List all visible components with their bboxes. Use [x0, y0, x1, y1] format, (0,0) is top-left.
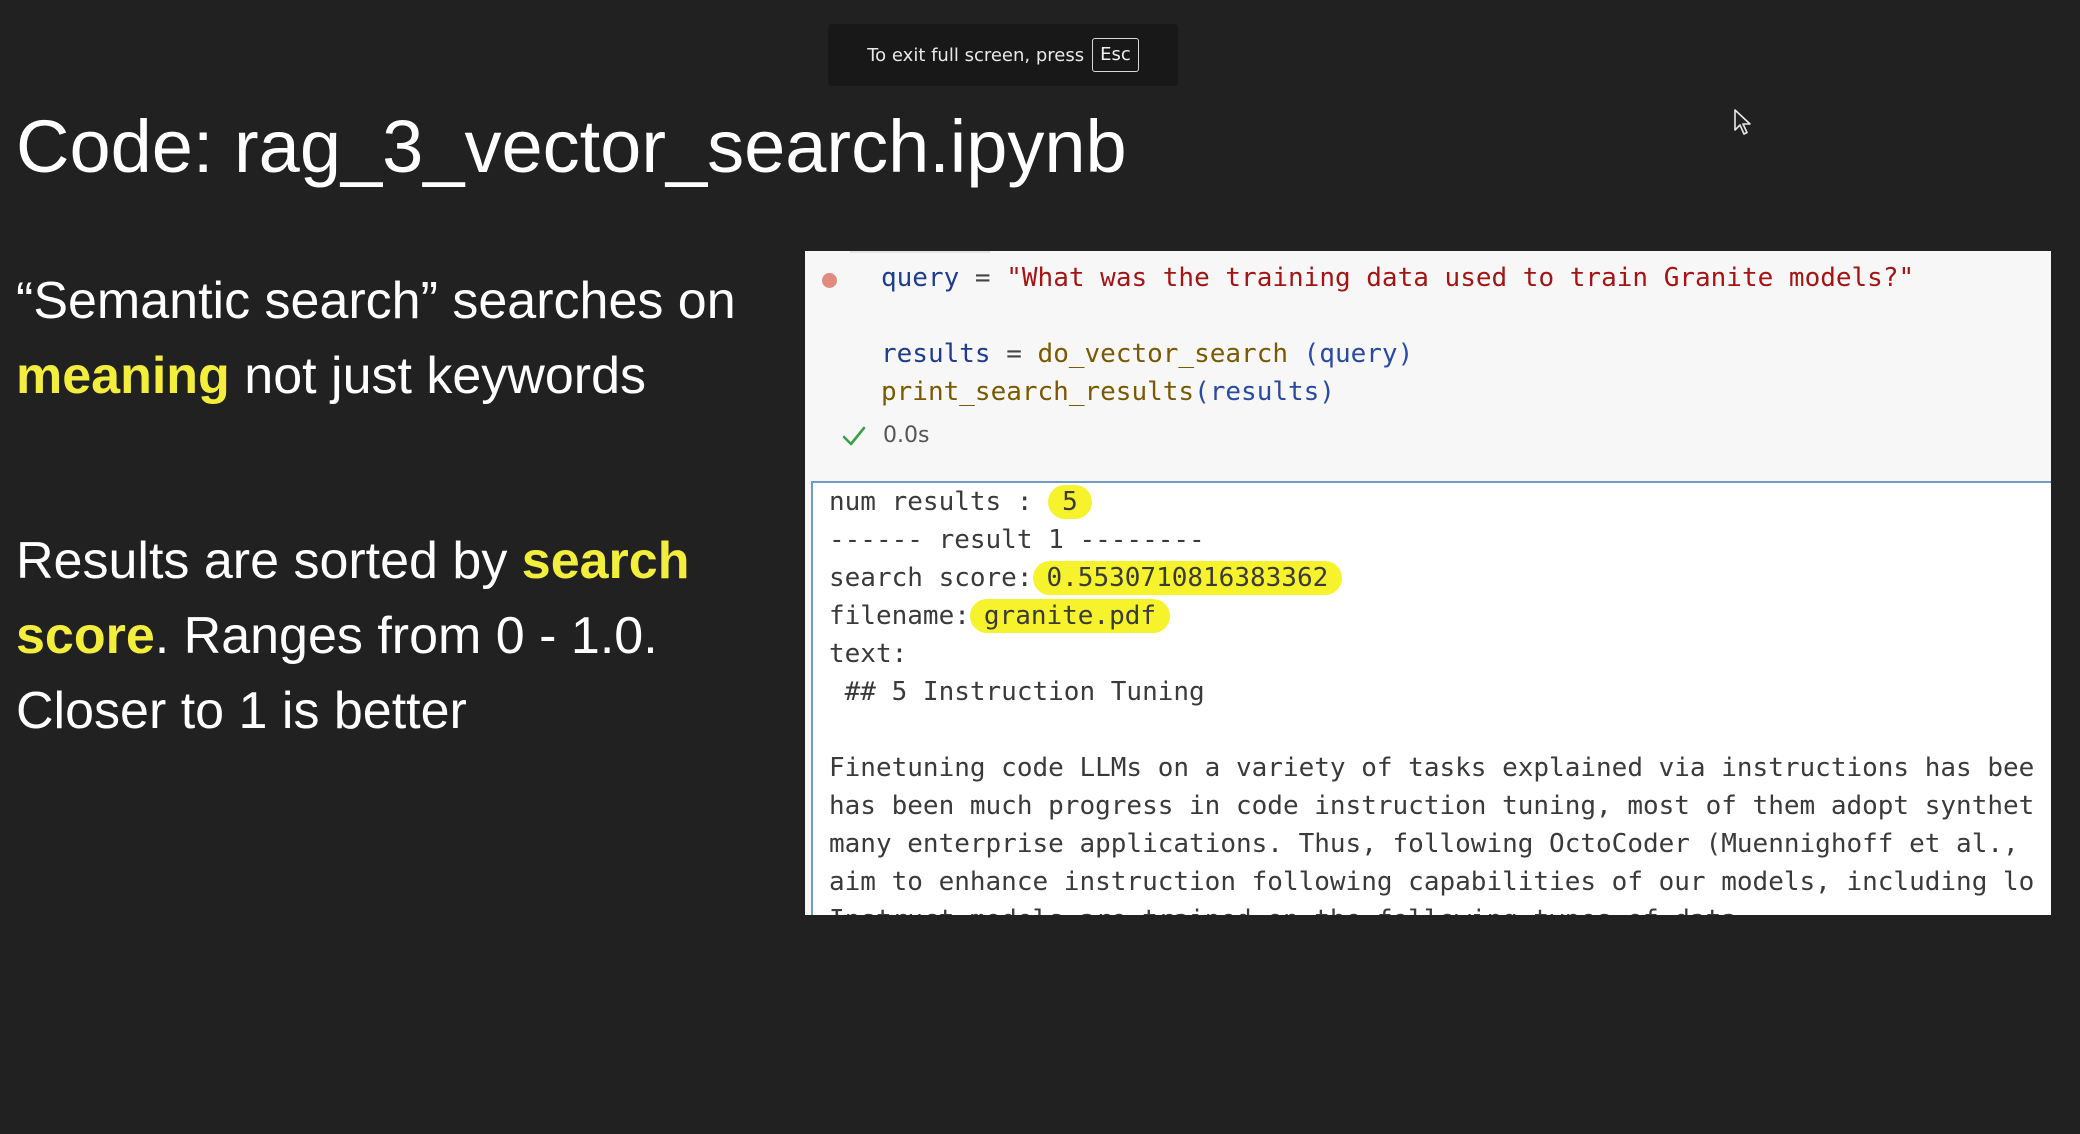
- output-label: filename:: [829, 601, 970, 631]
- output-heading: ## 5 Instruction Tuning: [829, 677, 1205, 707]
- code-token: =: [990, 339, 1038, 369]
- para2-text-a: Results are sorted by: [16, 532, 522, 590]
- para1-highlight: meaning: [16, 347, 230, 405]
- code-line-query: query = "What was the training data used…: [881, 259, 1914, 297]
- code-token: (results): [1194, 377, 1335, 407]
- output-label: num results :: [829, 487, 1049, 517]
- code-token: do_vector_search: [1037, 339, 1288, 369]
- paragraph-semantic-search: “Semantic search” searches on meaning no…: [16, 264, 776, 414]
- paragraph-search-score: Results are sorted by search score. Rang…: [16, 524, 776, 749]
- output-text-line: Instruct models are trained on the follo…: [829, 901, 1737, 915]
- fullscreen-hint-text: To exit full screen, press: [867, 44, 1085, 66]
- check-icon: [842, 426, 866, 445]
- code-cell[interactable]: query = "What was the training data used…: [805, 251, 2051, 479]
- mouse-pointer-icon: [1734, 109, 1751, 135]
- code-token: (query): [1288, 339, 1414, 369]
- output-text-line: many enterprise applications. Thus, foll…: [829, 829, 2019, 859]
- output-result-header: ------ result 1 --------: [829, 525, 1205, 555]
- execution-status: 0.0s: [841, 423, 929, 448]
- search-score-value: 0.5530710816383362: [1032, 561, 1343, 595]
- notebook-screenshot: query = "What was the training data used…: [805, 251, 2051, 915]
- output-text-line: aim to enhance instruction following cap…: [829, 867, 2035, 897]
- output-cell[interactable]: num results : 5 ------ result 1 --------…: [811, 481, 2051, 915]
- output-num-results: num results : 5: [829, 483, 1092, 521]
- output-text-label: text:: [829, 639, 908, 669]
- num-results-value: 5: [1048, 485, 1092, 519]
- code-line-print: print_search_results(results): [881, 373, 1335, 411]
- code-token: =: [959, 263, 1007, 293]
- code-token: query: [881, 263, 960, 293]
- slide-page: To exit full screen, press Esc Code: rag…: [0, 0, 2080, 1134]
- filename-value: granite.pdf: [969, 599, 1171, 633]
- output-text-line: Finetuning code LLMs on a variety of tas…: [829, 753, 2035, 783]
- esc-key-badge[interactable]: Esc: [1092, 38, 1139, 72]
- output-text-line: has been much progress in code instructi…: [829, 791, 2035, 821]
- cell-status-dot-icon: [822, 273, 837, 288]
- code-token: results: [881, 339, 991, 369]
- output-filename: filename: granite.pdf: [829, 597, 1171, 635]
- output-search-score: search score: 0.5530710816383362: [829, 559, 1343, 597]
- code-line-results: results = do_vector_search (query): [881, 335, 1413, 373]
- para1-text-a: “Semantic search” searches on: [16, 272, 736, 330]
- para1-text-c: not just keywords: [229, 347, 647, 405]
- code-token: print_search_results: [881, 377, 1195, 407]
- fullscreen-exit-hint: To exit full screen, press Esc: [828, 24, 1178, 86]
- cell-top-divider: [850, 251, 990, 253]
- slide-title: Code: rag_3_vector_search.ipynb: [16, 105, 1127, 188]
- execution-time: 0.0s: [883, 423, 930, 448]
- output-label: search score:: [829, 563, 1033, 593]
- code-token: "What was the training data used to trai…: [1006, 263, 1915, 293]
